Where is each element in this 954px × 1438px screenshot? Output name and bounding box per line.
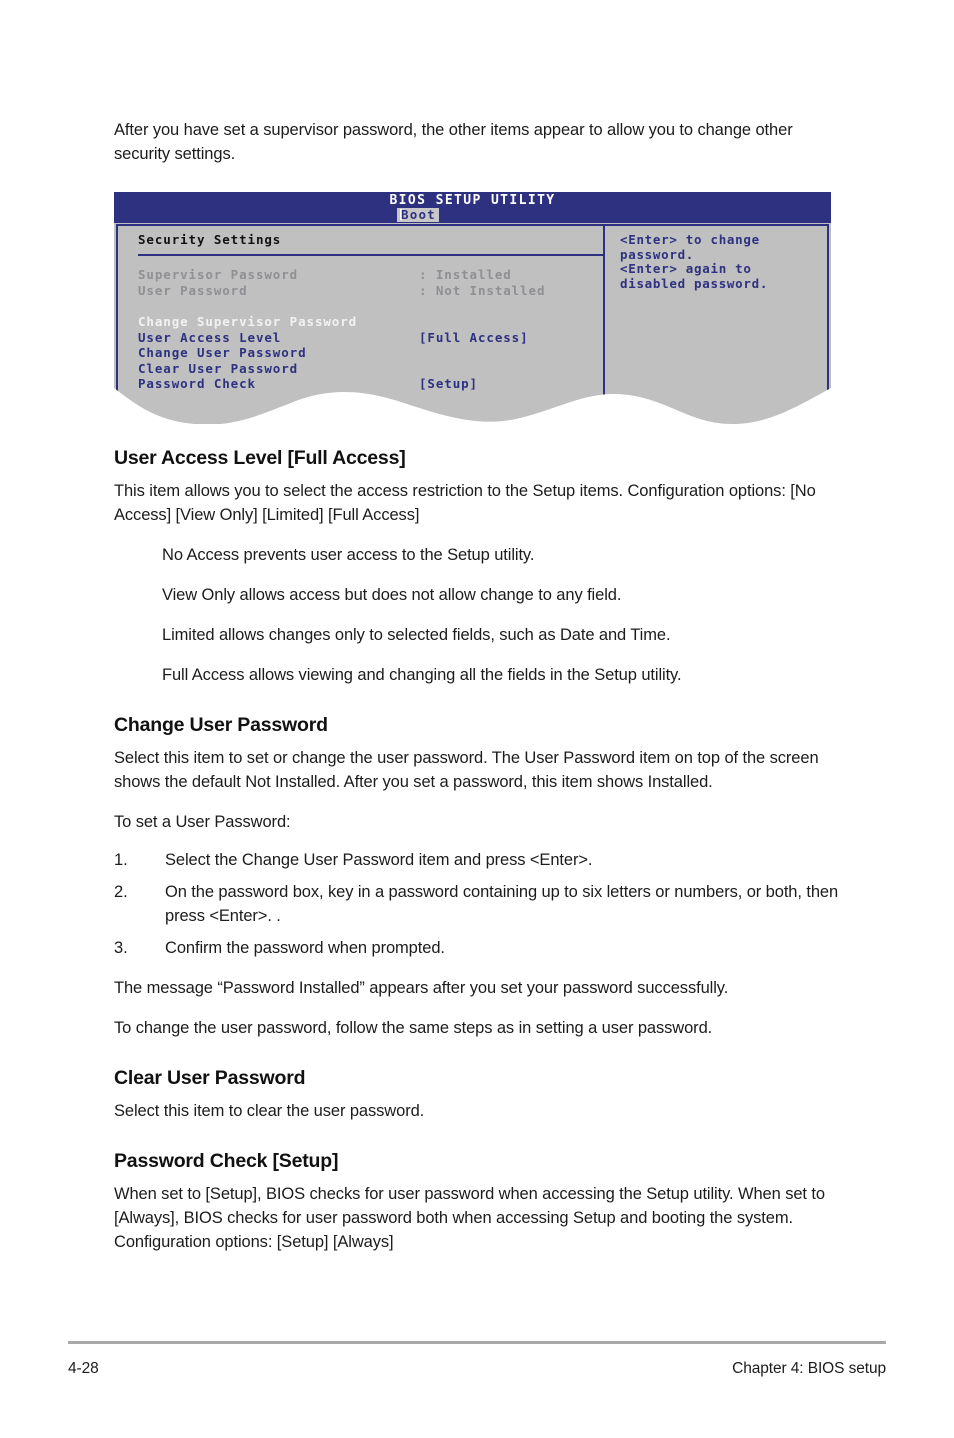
bios-title-text: BIOS SETUP UTILITY bbox=[389, 193, 556, 208]
list-item: 1. Select the Change User Password item a… bbox=[114, 848, 840, 872]
paragraph-clear-user-password: Select this item to clear the user passw… bbox=[114, 1102, 425, 1120]
intro-paragraph: After you have set a supervisor password… bbox=[114, 121, 793, 163]
footer-divider bbox=[68, 1341, 886, 1344]
page-content: After you have set a supervisor password… bbox=[114, 118, 840, 1254]
heading-password-check: Password Check [Setup] bbox=[114, 1150, 339, 1172]
bios-status-row: Supervisor Password : Installed bbox=[138, 267, 598, 283]
bios-help-text: <Enter> to change password. <Enter> agai… bbox=[620, 232, 769, 291]
bios-menu-item-user-access-level[interactable]: User Access Level [Full Access] bbox=[138, 330, 598, 346]
bios-help-dash: - bbox=[620, 399, 628, 414]
menu-label: Clear User Password bbox=[138, 360, 299, 376]
status-label: Supervisor Password bbox=[138, 267, 299, 282]
status-label: User Password bbox=[138, 282, 248, 298]
paragraph-change-user-password-steps: To change the user password, follow the … bbox=[114, 1019, 713, 1037]
bios-status-row: User Password : Not Installed bbox=[138, 283, 598, 299]
step-text: Select the Change User Password item and… bbox=[165, 851, 593, 869]
heading-clear-user-password: Clear User Password bbox=[114, 1067, 306, 1089]
bios-menu-item-change-user-password[interactable]: Change User Password bbox=[138, 345, 598, 361]
heading-change-user-password: Change User Password bbox=[114, 714, 328, 736]
bios-help-pane: <Enter> to change password. <Enter> agai… bbox=[620, 233, 820, 291]
step-text: Confirm the password when prompted. bbox=[165, 939, 445, 957]
footer-page-number: 4-28 bbox=[68, 1360, 99, 1377]
status-value: : Installed bbox=[419, 267, 512, 282]
paragraph-change-user-password: Select this item to set or change the us… bbox=[114, 749, 819, 791]
paragraph-to-set-user-password: To set a User Password: bbox=[114, 813, 291, 831]
heading-user-access-level: User Access Level [Full Access] bbox=[114, 447, 406, 469]
status-value: : Not Installed bbox=[419, 282, 546, 298]
indented-note-limited: Limited allows changes only to selected … bbox=[162, 626, 671, 644]
bios-tab-boot[interactable]: Boot bbox=[397, 208, 439, 222]
step-number: 3. bbox=[114, 939, 128, 957]
bios-title-bar: BIOS SETUP UTILITY bbox=[114, 192, 831, 223]
step-number: 1. bbox=[114, 851, 128, 869]
menu-label: Password Check bbox=[138, 376, 256, 391]
indented-note-no-access: No Access prevents user access to the Se… bbox=[162, 546, 535, 564]
bios-screen-clip: BIOS SETUP UTILITY Boot Security Setting… bbox=[114, 192, 831, 424]
bios-body: Security Settings Supervisor Password : … bbox=[114, 223, 831, 424]
bios-tab-label: Boot bbox=[401, 207, 436, 222]
indented-note-view-only: View Only allows access but does not all… bbox=[162, 586, 622, 604]
menu-value: [Setup] bbox=[419, 376, 478, 391]
paragraph-password-installed-message: The message “Password Installed” appears… bbox=[114, 979, 729, 997]
indented-note-full-access: Full Access allows viewing and changing … bbox=[162, 666, 682, 684]
paragraph-password-check: When set to [Setup], BIOS checks for use… bbox=[114, 1185, 825, 1251]
steps-list: 1. Select the Change User Password item a… bbox=[114, 848, 840, 960]
bios-screen: BIOS SETUP UTILITY Boot Security Setting… bbox=[114, 192, 831, 424]
bios-screenshot-figure: BIOS SETUP UTILITY Boot Security Setting… bbox=[114, 192, 831, 424]
paragraph-user-access-level: This item allows you to select the acces… bbox=[114, 482, 816, 524]
menu-value: [Full Access] bbox=[419, 329, 529, 345]
list-item: 2. On the password box, key in a password… bbox=[114, 880, 840, 928]
menu-label: Change User Password bbox=[138, 345, 307, 360]
list-item: 3. Confirm the password when prompted. bbox=[114, 936, 840, 960]
bios-menu-item-password-check[interactable]: Password Check [Setup] bbox=[138, 376, 598, 392]
menu-label: User Access Level bbox=[138, 329, 282, 345]
bios-section-heading: Security Settings bbox=[138, 232, 282, 247]
bios-menu-item-clear-user-password[interactable]: Clear User Password bbox=[138, 361, 598, 377]
document-page: After you have set a supervisor password… bbox=[0, 0, 954, 1438]
bios-menu-item-change-supervisor-password[interactable]: Change Supervisor Password bbox=[138, 314, 598, 330]
bios-left-pane: Security Settings Supervisor Password : … bbox=[138, 231, 598, 392]
step-text: On the password box, key in a password c… bbox=[165, 883, 839, 925]
step-number: 2. bbox=[114, 883, 128, 901]
footer-chapter-label: Chapter 4: BIOS setup bbox=[732, 1360, 886, 1377]
menu-label: Change Supervisor Password bbox=[138, 314, 358, 329]
